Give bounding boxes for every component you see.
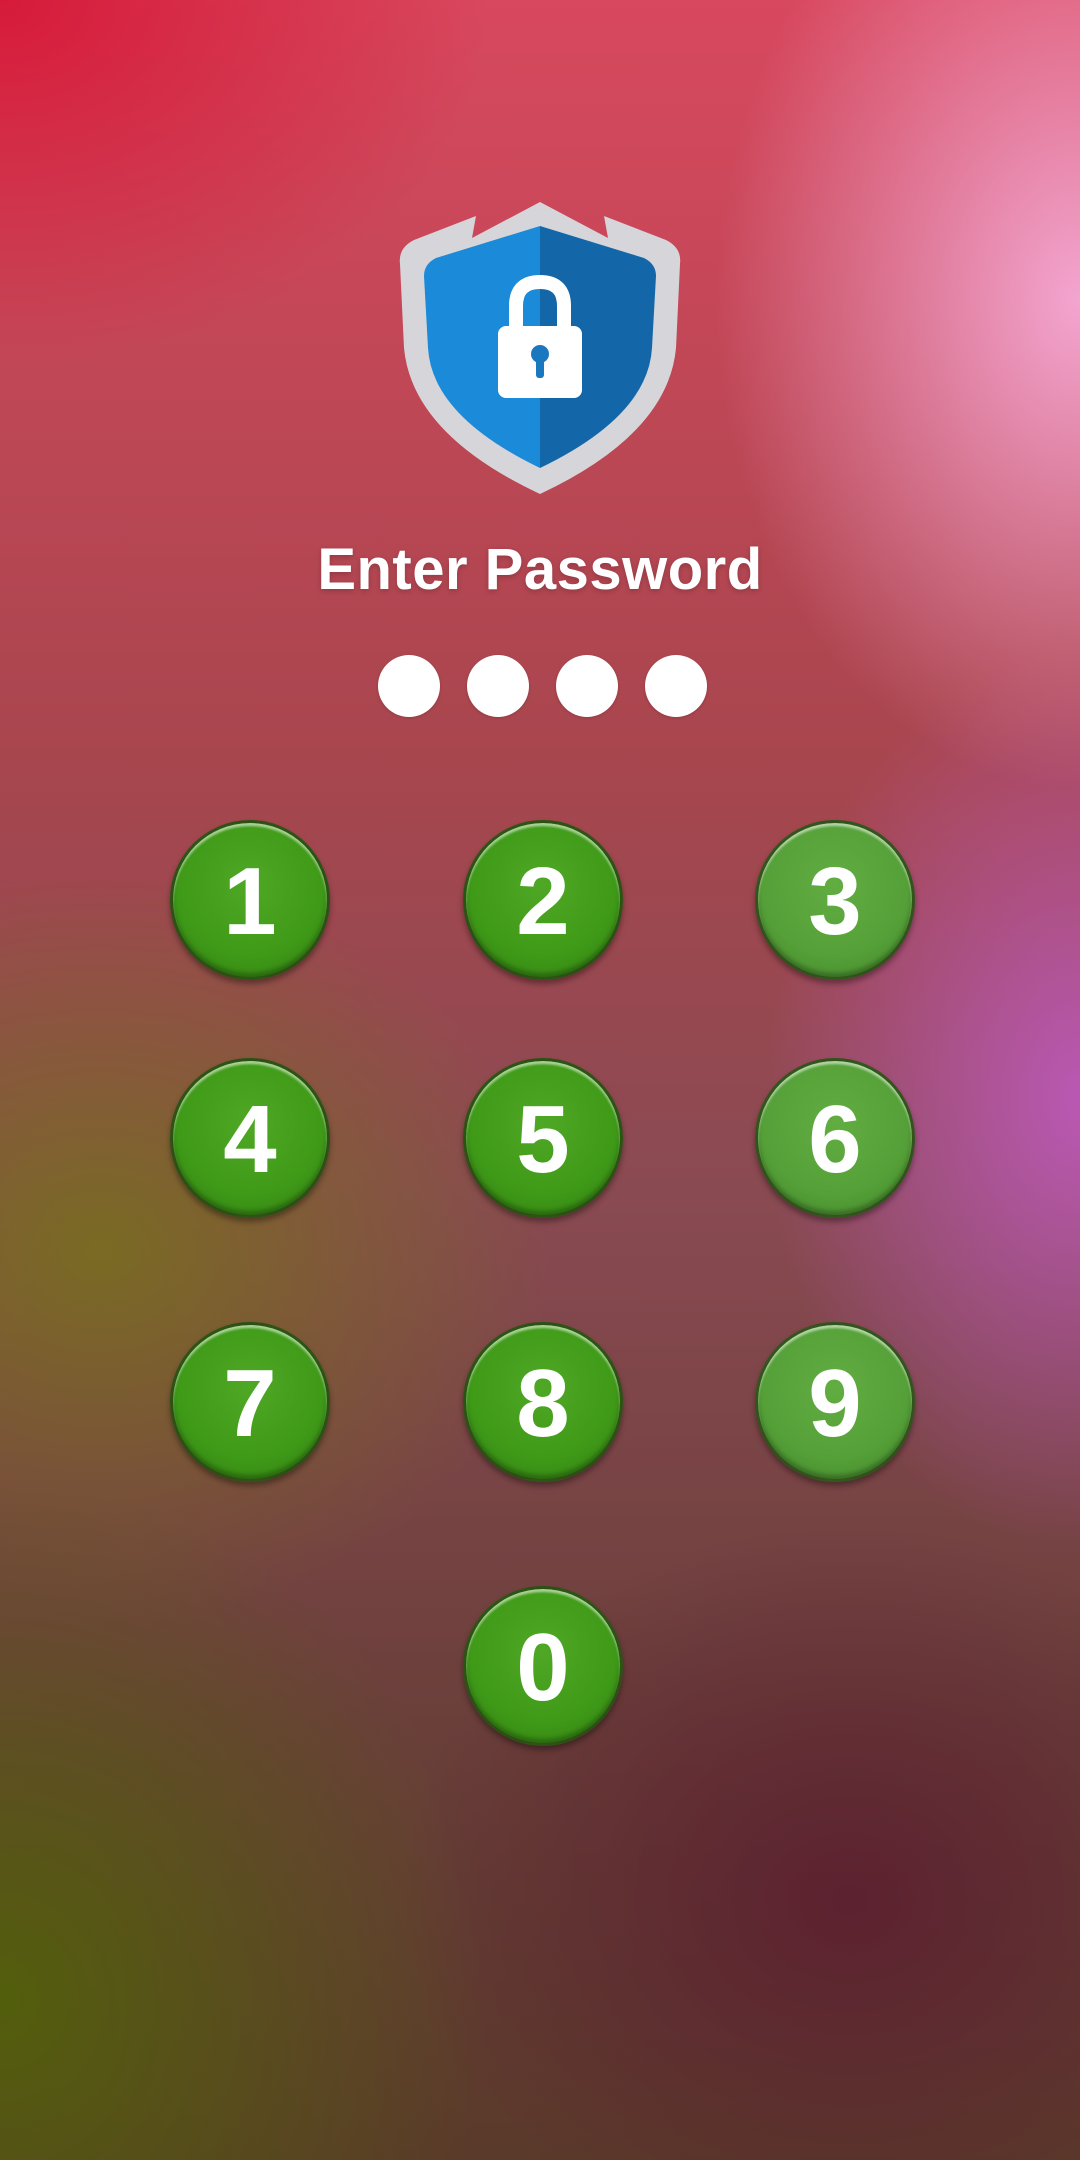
- key-1[interactable]: 1: [170, 820, 330, 980]
- key-8[interactable]: 8: [463, 1322, 623, 1482]
- lock-screen: Enter Password 1 2 3 4 5 6 7 8 9 0: [0, 0, 1080, 2160]
- key-6[interactable]: 6: [755, 1058, 915, 1218]
- key-0[interactable]: 0: [463, 1586, 623, 1746]
- shield-lock-icon: [399, 202, 681, 494]
- pin-dot: [645, 655, 707, 717]
- key-2[interactable]: 2: [463, 820, 623, 980]
- pin-indicator: [378, 655, 707, 717]
- page-title: Enter Password: [317, 537, 763, 602]
- key-5[interactable]: 5: [463, 1058, 623, 1218]
- key-3[interactable]: 3: [755, 820, 915, 980]
- pin-dot: [467, 655, 529, 717]
- key-4[interactable]: 4: [170, 1058, 330, 1218]
- pin-dot: [378, 655, 440, 717]
- key-7[interactable]: 7: [170, 1322, 330, 1482]
- pin-dot: [556, 655, 618, 717]
- key-9[interactable]: 9: [755, 1322, 915, 1482]
